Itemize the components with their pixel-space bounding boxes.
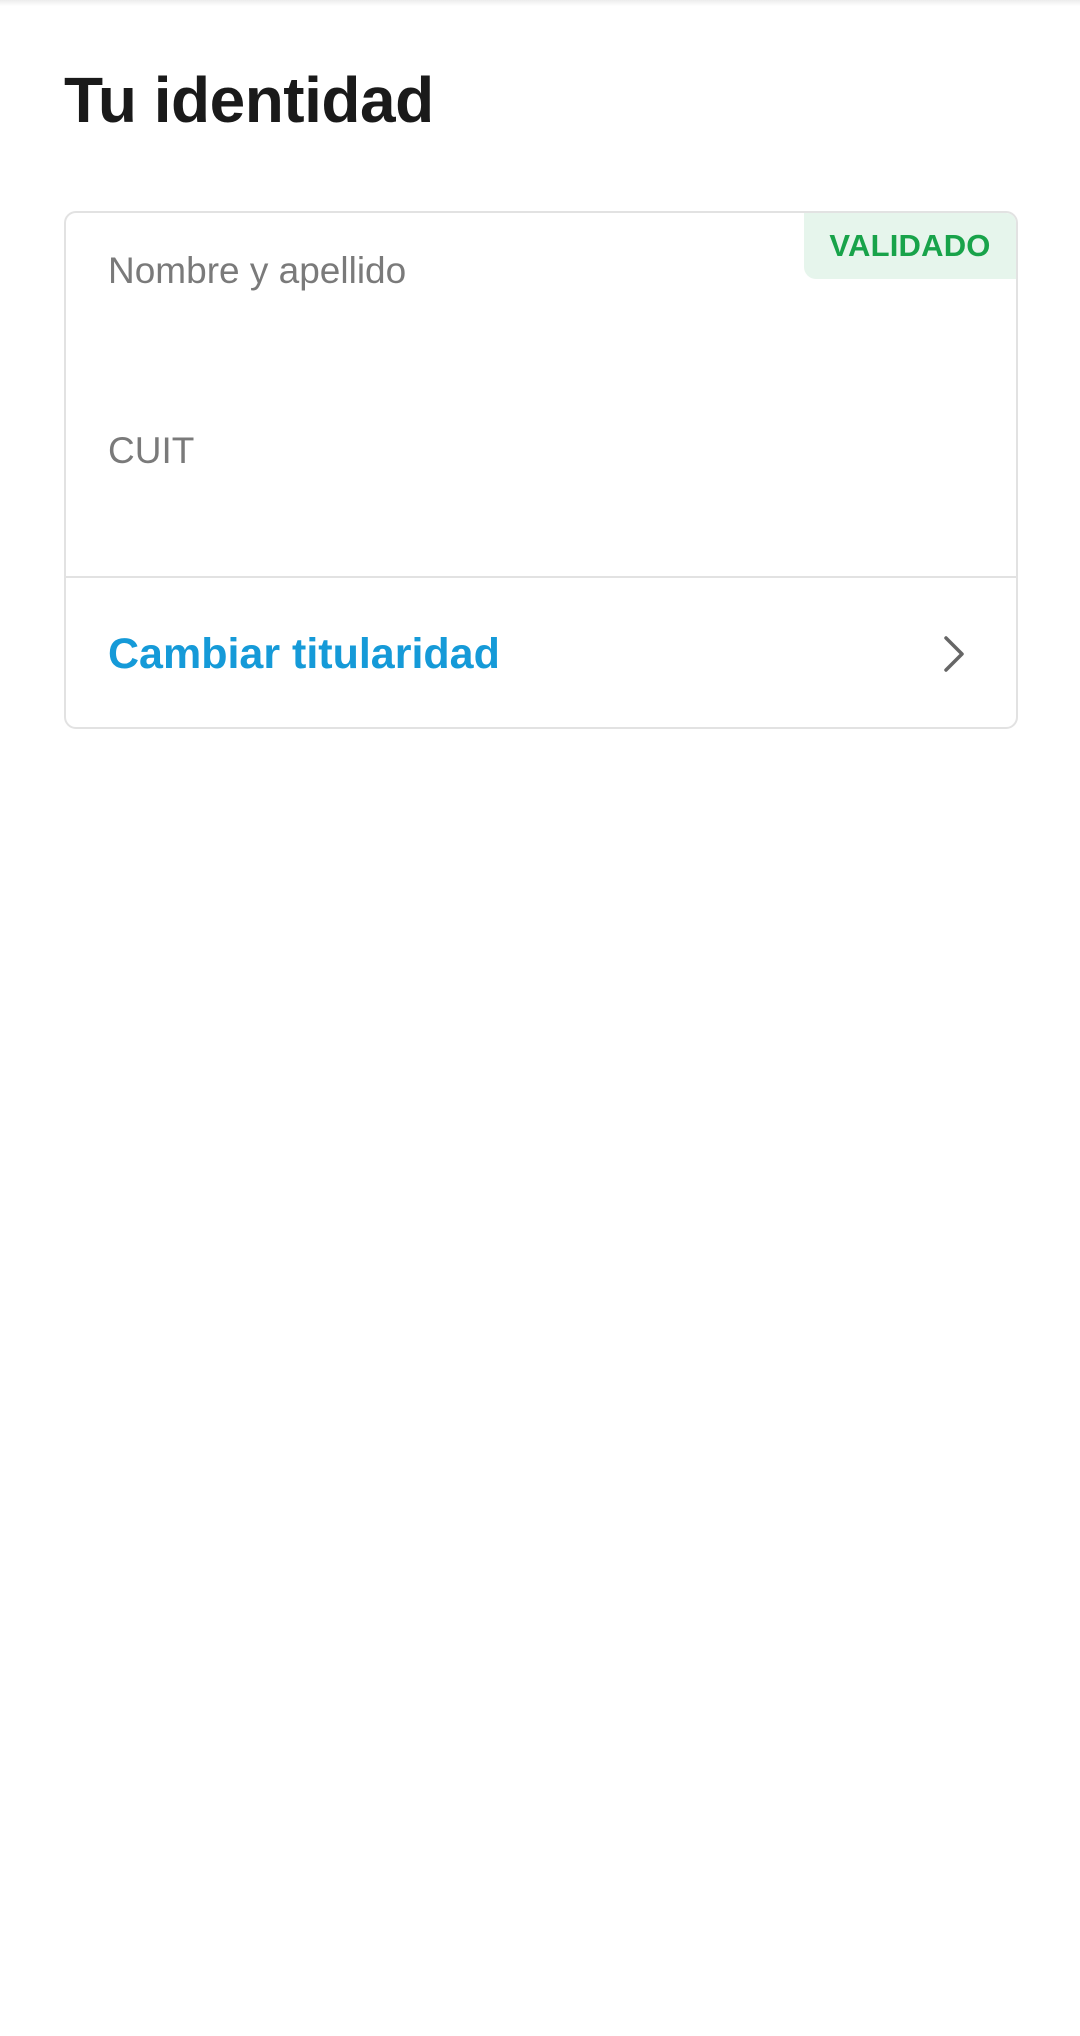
top-shadow: [0, 0, 1080, 6]
identity-card: VALIDADO Nombre y apellido CUIT Cambiar …: [64, 211, 1018, 729]
cuit-field-label: CUIT: [108, 430, 195, 471]
name-field-label: Nombre y apellido: [108, 250, 407, 291]
page-title: Tu identidad: [64, 64, 434, 136]
change-ownership-button[interactable]: Cambiar titularidad: [66, 578, 1016, 727]
chevron-right-icon: [942, 634, 966, 674]
change-ownership-label: Cambiar titularidad: [108, 630, 500, 678]
status-badge: VALIDADO: [804, 213, 1016, 279]
